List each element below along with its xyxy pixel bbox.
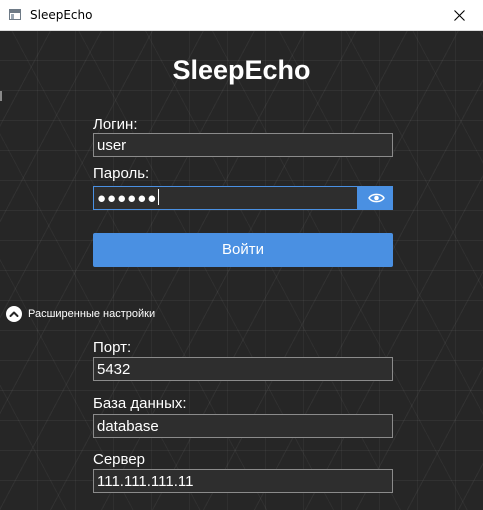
window-icon bbox=[9, 9, 21, 20]
password-label: Пароль: bbox=[93, 165, 150, 182]
server-input[interactable]: 111.111.111.11 bbox=[93, 469, 393, 493]
database-input[interactable]: database bbox=[93, 414, 393, 438]
chevron-up-icon bbox=[6, 306, 22, 322]
port-label: Порт: bbox=[93, 339, 132, 356]
login-label: Логин: bbox=[93, 116, 138, 133]
title-bar: SleepEcho bbox=[0, 0, 483, 31]
advanced-settings-label: Расширенные настройки bbox=[28, 308, 156, 320]
main-panel: SleepEcho Логин: user Пароль: ●●●●●● Вой… bbox=[0, 31, 483, 510]
window-title: SleepEcho bbox=[30, 8, 93, 22]
advanced-settings-toggle[interactable]: Расширенные настройки bbox=[6, 305, 155, 323]
login-input[interactable]: user bbox=[93, 133, 393, 157]
close-button[interactable] bbox=[437, 0, 483, 31]
port-input[interactable]: 5432 bbox=[93, 357, 393, 381]
server-label: Сервер bbox=[93, 451, 146, 468]
show-password-button[interactable] bbox=[358, 186, 393, 210]
edge-marker bbox=[0, 91, 2, 101]
app-heading: SleepEcho bbox=[172, 55, 311, 85]
database-label: База данных: bbox=[93, 395, 187, 412]
eye-icon bbox=[368, 193, 385, 203]
password-input[interactable]: ●●●●●● bbox=[93, 186, 358, 210]
login-button[interactable]: Войти bbox=[93, 233, 393, 267]
password-value: ●●●●●● bbox=[97, 190, 158, 207]
close-icon bbox=[454, 10, 465, 21]
text-caret bbox=[158, 189, 160, 205]
